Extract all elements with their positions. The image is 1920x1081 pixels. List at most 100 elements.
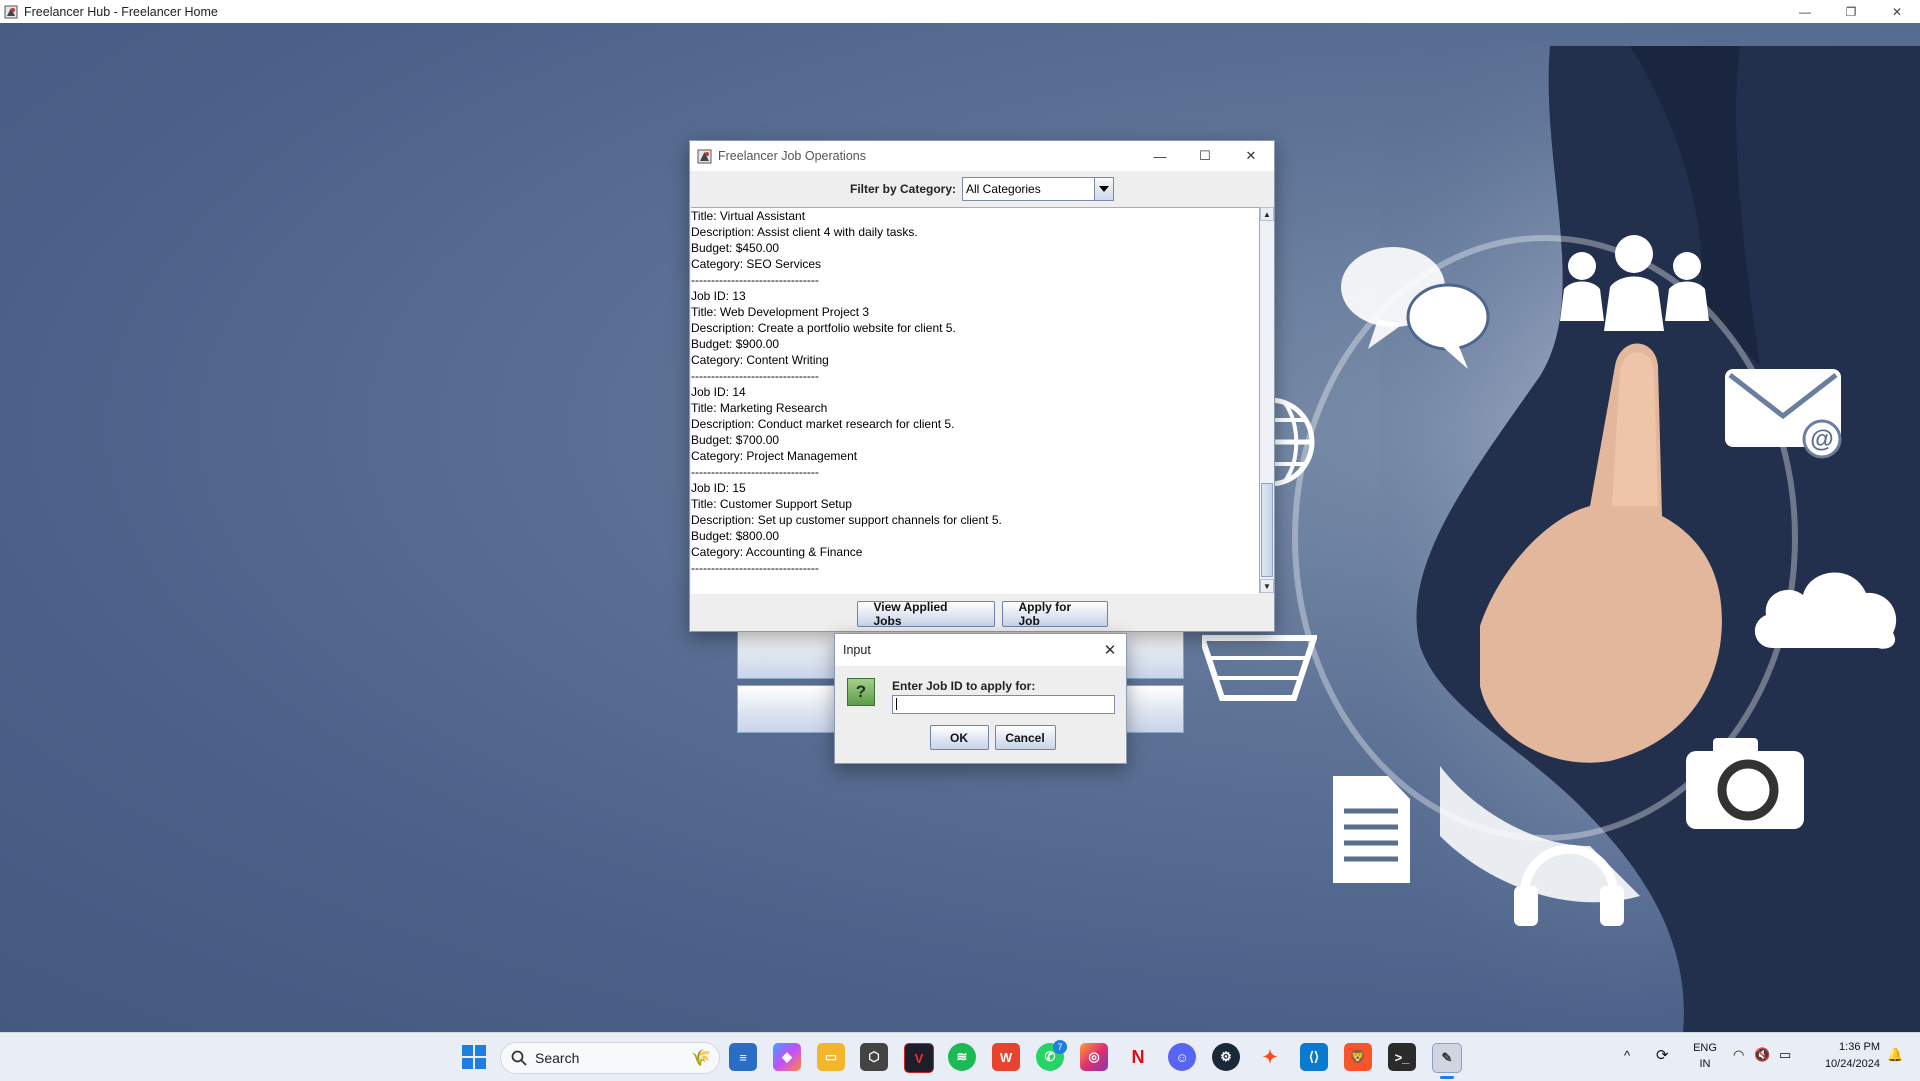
restore-button[interactable]: ❐ (1828, 0, 1874, 23)
input-dialog-titlebar: Input ✕ (835, 634, 1126, 666)
job-text-line: Description: Assist client 4 with daily … (691, 225, 918, 239)
job-text-line: Budget: $800.00 (691, 529, 780, 543)
email-icon: @ (1725, 369, 1842, 459)
app-icon (4, 5, 18, 18)
job-text-line: -------------------------------- (691, 561, 819, 575)
notepad-icon[interactable]: ≡ (729, 1043, 757, 1071)
taskbar-search[interactable]: Search 🌾 (500, 1042, 720, 1074)
job-text-line: Title: Marketing Research (691, 401, 828, 415)
job-text-line: Budget: $900.00 (691, 337, 780, 351)
users-group-icon (1560, 235, 1709, 331)
close-button[interactable]: ✕ (1874, 0, 1920, 23)
notification-bell-icon[interactable]: 🔔 (1887, 1047, 1903, 1063)
search-label: Search (535, 1050, 580, 1066)
category-filter-dropdown[interactable]: All Categories (962, 177, 1115, 201)
spotify-icon[interactable]: ≋ (948, 1043, 976, 1071)
search-highlight-icon: 🌾 (691, 1050, 711, 1067)
filter-row: Filter by Category: All Categories (690, 171, 1274, 207)
clock-time[interactable]: 1:36 PM (1808, 1041, 1880, 1053)
job-text-line: Category: Project Management (691, 449, 858, 463)
headphones-icon (1514, 844, 1624, 926)
file-explorer-icon[interactable]: ▭ (817, 1043, 845, 1071)
chevron-up-icon[interactable]: ^ (1624, 1048, 1630, 1063)
job-window-titlebar: Freelancer Job Operations — ☐ ✕ (690, 141, 1274, 171)
job-text-line: Budget: $450.00 (691, 241, 780, 255)
svg-text:@: @ (1810, 426, 1833, 453)
jobs-scrollbar[interactable]: ▲ ▼ (1259, 207, 1274, 593)
brave-icon[interactable]: 🦁 (1344, 1043, 1372, 1071)
globe-icon (1270, 397, 1315, 487)
netflix-icon[interactable]: N (1124, 1043, 1152, 1071)
view-applied-jobs-button[interactable]: View Applied Jobs (856, 600, 995, 628)
job-window-title: Freelancer Job Operations (718, 149, 866, 163)
app-titlebar: Freelancer Hub - Freelancer Home — ❐ ✕ (0, 0, 1920, 24)
job-text-line: Category: Accounting & Finance (691, 545, 863, 559)
ok-button[interactable]: OK (929, 725, 989, 750)
minimize-button[interactable]: — (1782, 0, 1828, 23)
close-button[interactable]: ✕ (1228, 141, 1274, 171)
cancel-button[interactable]: Cancel (994, 725, 1056, 750)
search-icon (511, 1050, 527, 1066)
clock-date[interactable]: 10/24/2024 (1808, 1058, 1880, 1070)
camera-icon (1686, 738, 1804, 829)
job-text-line: Job ID: 15 (691, 481, 746, 495)
document-icon (1333, 776, 1410, 883)
input-dialog: Input ✕ ? Enter Job ID to apply for: OK … (834, 633, 1127, 764)
wifi-icon[interactable]: ◠ (1733, 1047, 1744, 1063)
app-icon (697, 149, 712, 163)
input-prompt: Enter Job ID to apply for: (892, 679, 1036, 693)
job-text-line: Description: Create a portfolio website … (691, 321, 956, 335)
job-actions-row: View Applied Jobs Apply for Job (690, 597, 1274, 631)
battery-icon[interactable]: ▭ (1779, 1047, 1791, 1063)
apply-for-job-button[interactable]: Apply for Job (1001, 600, 1108, 628)
filter-label: Filter by Category: (849, 182, 957, 196)
job-text-line: Job ID: 13 (691, 289, 746, 303)
job-text-line: -------------------------------- (691, 465, 819, 479)
scroll-down-arrow-icon[interactable]: ▼ (1260, 579, 1274, 593)
maximize-button[interactable]: ☐ (1182, 141, 1228, 171)
whatsapp-badge: 7 (1053, 1040, 1067, 1054)
unity-icon[interactable]: ⬡ (860, 1043, 888, 1071)
job-text-line: Category: Content Writing (691, 353, 829, 367)
steam-icon[interactable]: ⚙ (1212, 1043, 1240, 1071)
discord-icon[interactable]: ☺ (1168, 1043, 1196, 1071)
job-operations-window: Freelancer Job Operations — ☐ ✕ Filter b… (689, 140, 1275, 632)
chat-bubbles-icon (1341, 247, 1490, 369)
job-id-input[interactable] (892, 695, 1115, 714)
windows-start-icon[interactable] (460, 1043, 488, 1071)
job-text-line: Budget: $700.00 (691, 433, 780, 447)
input-dialog-title: Input (843, 643, 871, 657)
taskbar: Search 🌾 ≡ ◆ ▭ ⬡ V ≋ W ✆ 7 ◎ N ☺ ⚙ ✦ ⟨⟩ … (0, 1032, 1920, 1081)
instagram-icon[interactable]: ◎ (1080, 1043, 1108, 1071)
speaker-muted-icon[interactable]: 🔇 (1754, 1047, 1770, 1063)
freelancer-hub-taskbar-icon[interactable]: ✎ (1432, 1043, 1462, 1073)
jobs-text-area[interactable]: Title: Virtual Assistant Description: Ass… (691, 207, 1259, 594)
job-text-line: Job ID: 14 (691, 385, 746, 399)
scroll-up-arrow-icon[interactable]: ▲ (1260, 207, 1274, 221)
category-filter-value: All Categories (966, 182, 1041, 196)
job-text-line: Title: Web Development Project 3 (691, 305, 870, 319)
terminal-icon[interactable]: >_ (1388, 1043, 1416, 1071)
job-text-line: -------------------------------- (691, 369, 819, 383)
job-text-line: -------------------------------- (691, 273, 819, 287)
language-bottom[interactable]: IN (1692, 1058, 1718, 1070)
app-title: Freelancer Hub - Freelancer Home (24, 4, 218, 19)
active-app-indicator (1440, 1076, 1454, 1079)
chevron-down-icon[interactable] (1094, 178, 1114, 200)
vector-app-icon[interactable]: V (904, 1043, 934, 1073)
job-text-line: Title: Virtual Assistant (691, 209, 806, 223)
job-text-line: Category: SEO Services (691, 257, 822, 271)
figma-icon[interactable]: ✦ (1256, 1043, 1284, 1071)
wps-office-icon[interactable]: W (992, 1043, 1020, 1071)
job-text-line: Description: Set up customer support cha… (691, 513, 1002, 527)
dialog-buttons: OK Cancel (835, 725, 1126, 750)
language-top[interactable]: ENG (1692, 1042, 1718, 1054)
close-icon[interactable]: ✕ (1100, 640, 1120, 660)
scrollbar-thumb[interactable] (1261, 483, 1273, 577)
minimize-button[interactable]: — (1137, 141, 1183, 171)
job-text-line: Title: Customer Support Setup (691, 497, 852, 511)
vscode-icon[interactable]: ⟨⟩ (1300, 1043, 1328, 1071)
sync-icon[interactable]: ⟳ (1656, 1046, 1669, 1064)
copilot-icon[interactable]: ◆ (773, 1043, 801, 1071)
text-caret (896, 698, 897, 710)
